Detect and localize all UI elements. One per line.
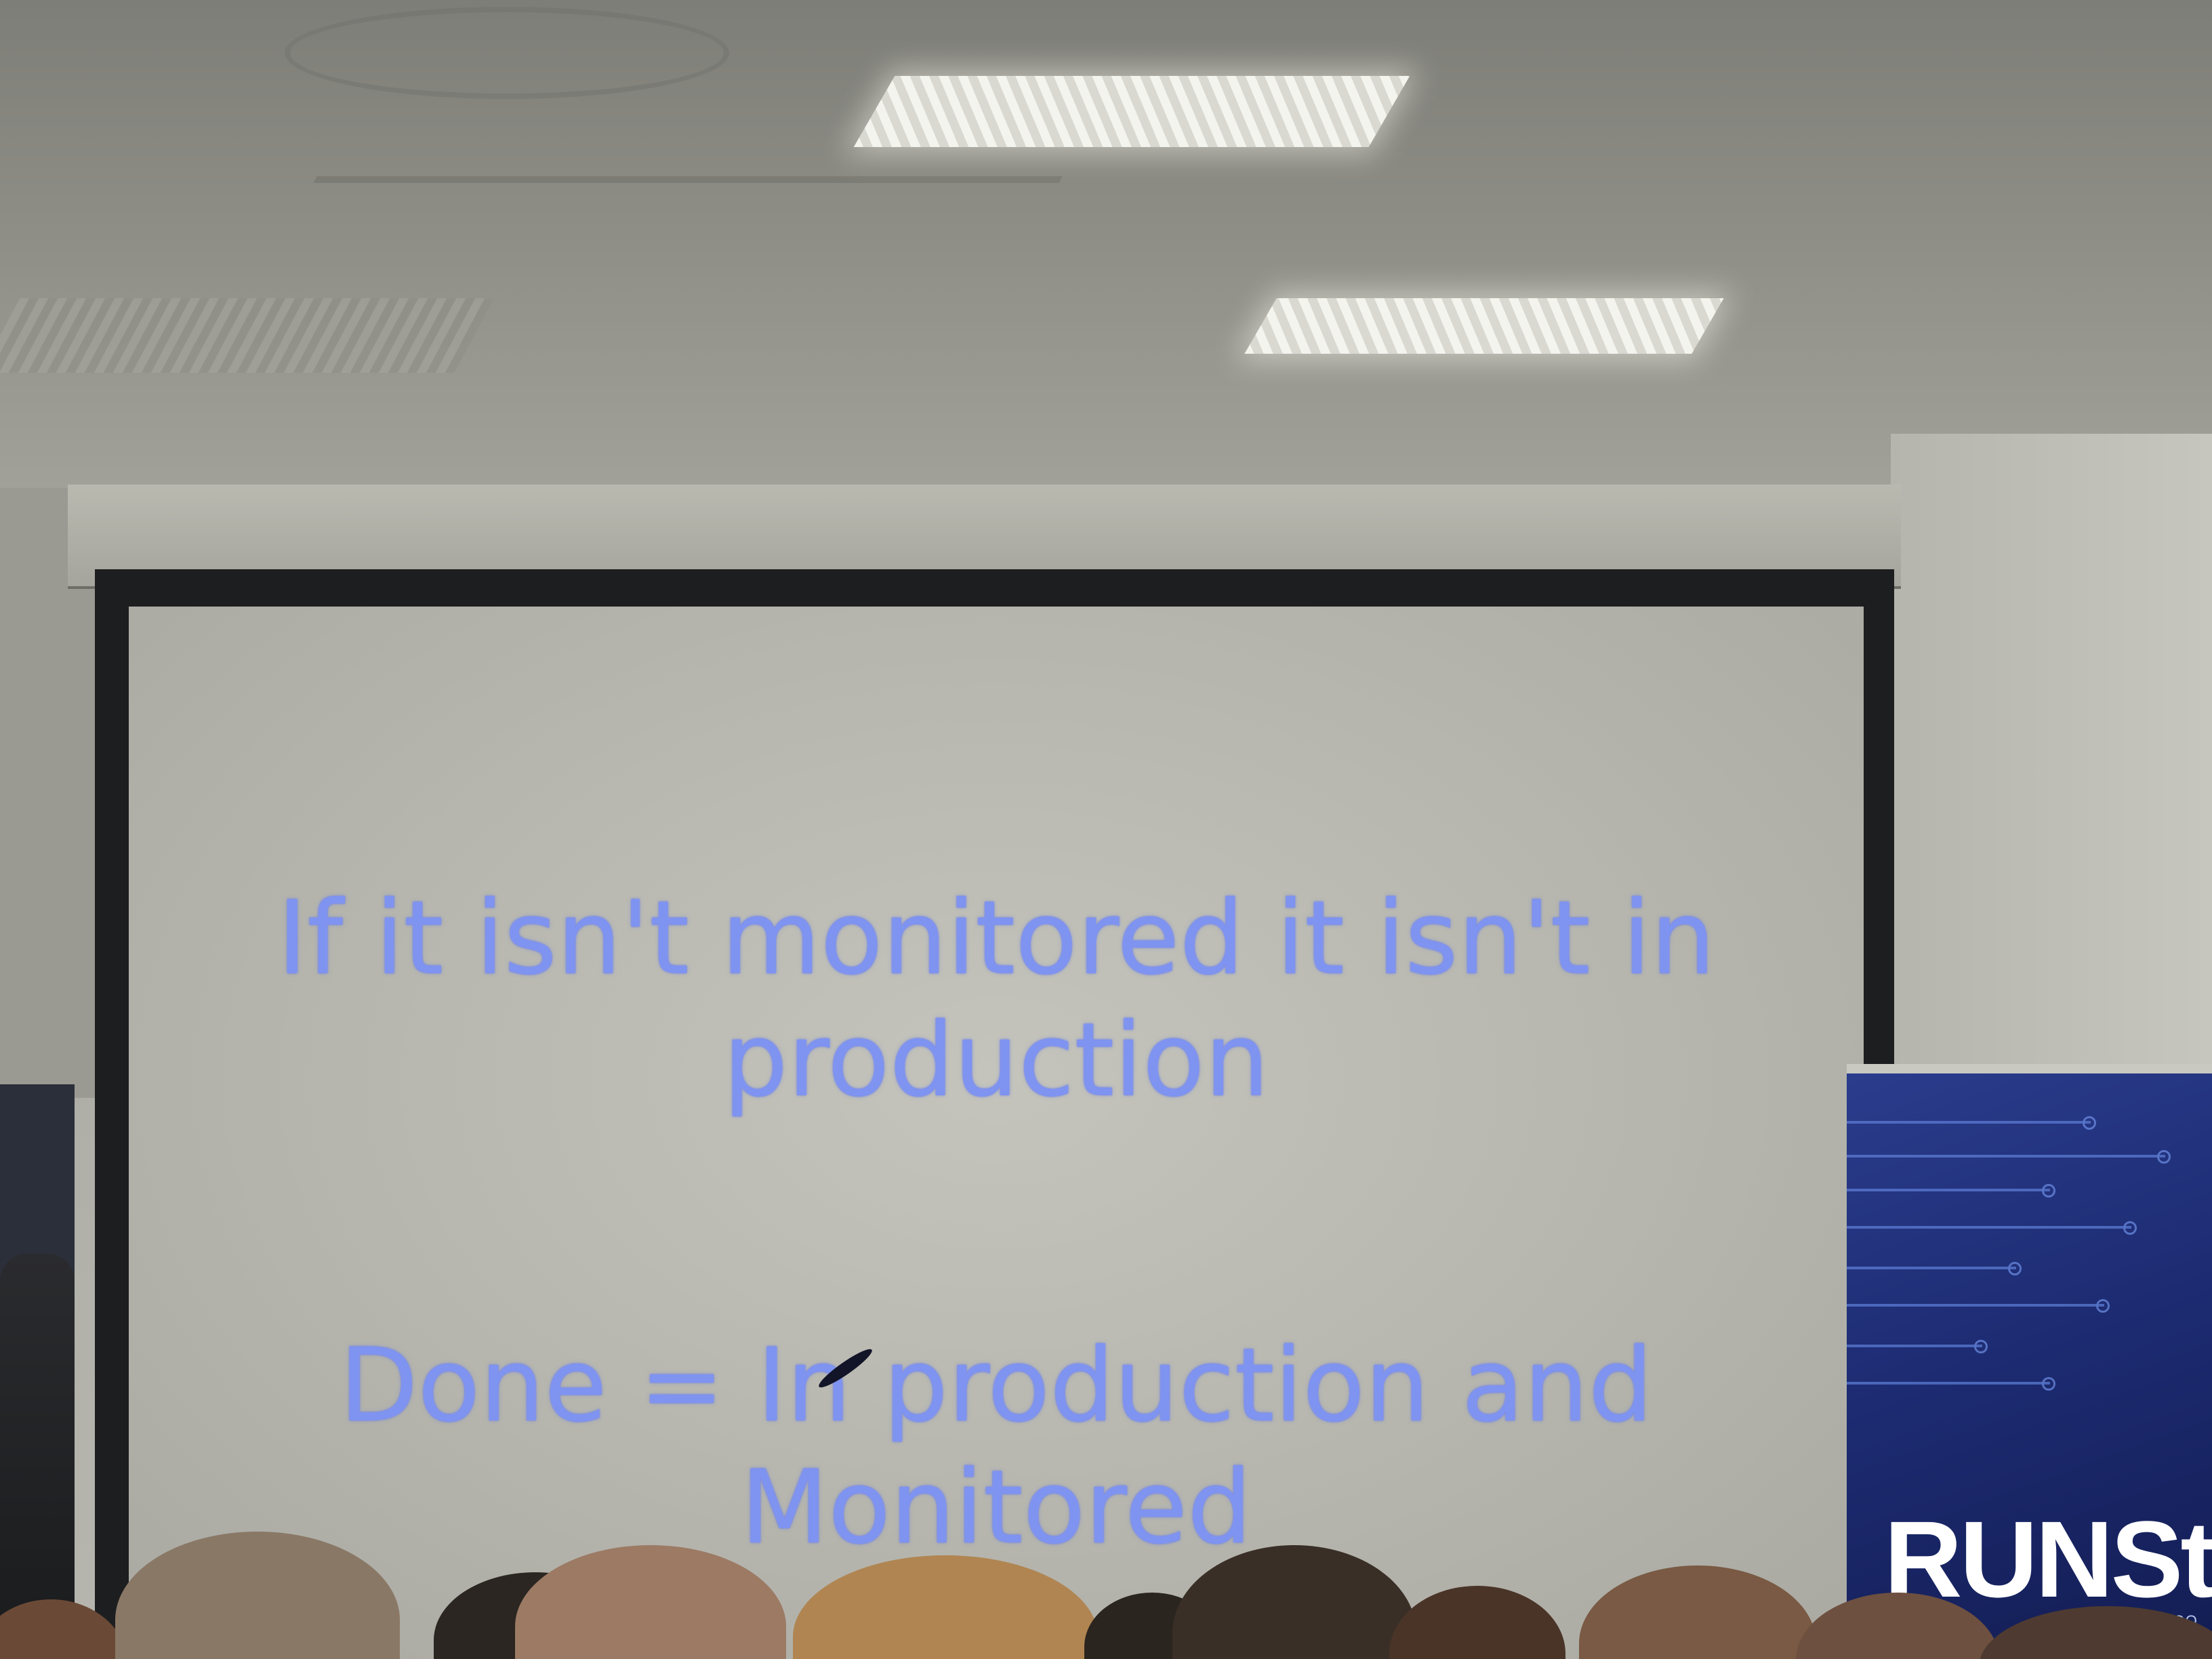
audience-head [115, 1532, 400, 1659]
circuit-line [1847, 1150, 2171, 1164]
audience-head [515, 1545, 786, 1659]
ceiling-light [853, 76, 1410, 147]
circuit-line [1847, 1116, 2096, 1130]
right-wall [1891, 434, 2212, 1071]
audience-head [1579, 1565, 1816, 1659]
circuit-line [1847, 1299, 2110, 1313]
slide-statement-text: If it isn't monitored it isn't in produc… [277, 880, 1715, 1120]
ceiling-light [1244, 298, 1724, 354]
circuit-line [1847, 1184, 2055, 1197]
audience-head [1979, 1606, 2212, 1659]
ceiling-vent [0, 298, 495, 373]
projector-screen: If it isn't monitored it isn't in produc… [129, 607, 1864, 1659]
audience-head [0, 1599, 129, 1659]
circuit-line [1847, 1377, 2055, 1391]
slide-statement: If it isn't monitored it isn't in produc… [129, 878, 1864, 1122]
ceiling-ring [285, 7, 729, 99]
circuit-line [1847, 1221, 2137, 1235]
audience-head [1796, 1593, 1999, 1659]
circuit-line [1847, 1340, 1988, 1353]
audience-head [793, 1555, 1098, 1659]
circuit-line [1847, 1262, 2022, 1275]
audience-head [1172, 1545, 1416, 1659]
audience-heads [0, 1518, 2212, 1659]
audience-head [1389, 1586, 1565, 1659]
ceiling [0, 0, 2212, 515]
ceiling-panel [252, 176, 1063, 298]
conference-room-photo: If it isn't monitored it isn't in produc… [0, 0, 2212, 1659]
